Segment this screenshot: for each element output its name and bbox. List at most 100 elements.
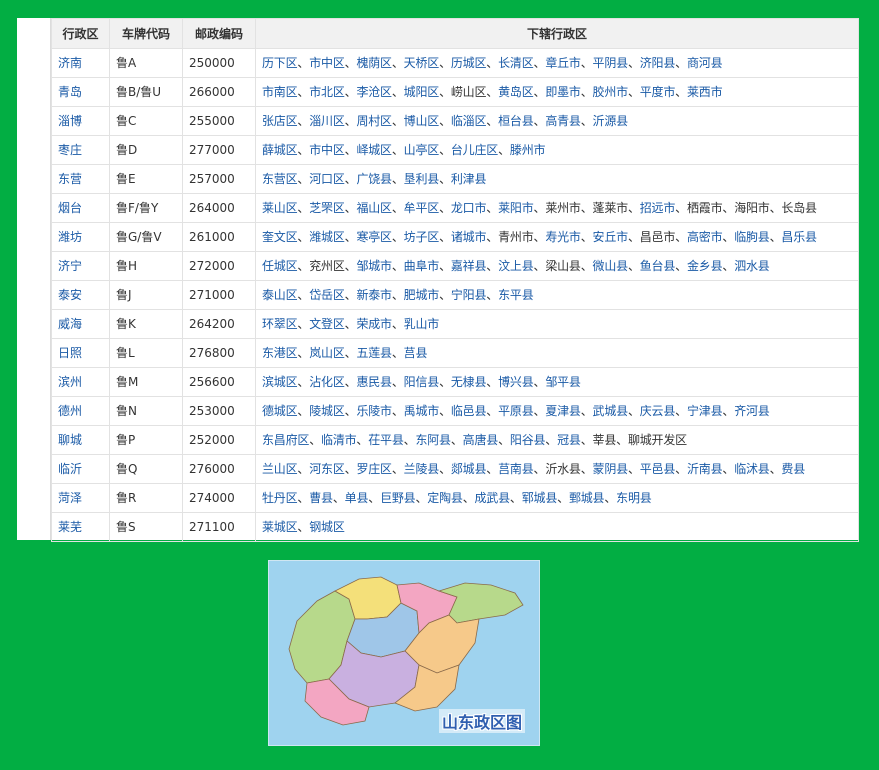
district-link[interactable]: 鱼台县 [640,259,676,273]
city-link[interactable]: 烟台 [51,193,110,223]
district-link[interactable]: 即墨市 [545,85,581,99]
district-link[interactable]: 岱岳区 [309,288,345,302]
district-link[interactable]: 潍城区 [309,230,345,244]
district-link[interactable]: 曹县 [309,491,333,505]
city-link[interactable]: 潍坊 [51,222,110,252]
district-link[interactable]: 环翠区 [262,317,298,331]
district-link[interactable]: 陵城区 [309,404,345,418]
district-link[interactable]: 莱阳市 [498,201,534,215]
district-link[interactable]: 巨野县 [380,491,416,505]
district-link[interactable]: 城阳区 [404,85,440,99]
district-link[interactable]: 嘉祥县 [451,259,487,273]
district-link[interactable]: 周村区 [356,114,392,128]
district-link[interactable]: 台儿庄区 [451,143,498,157]
district-link[interactable]: 博兴县 [498,375,534,389]
district-link[interactable]: 平阴县 [593,56,629,70]
district-link[interactable]: 安丘市 [593,230,629,244]
district-link[interactable]: 肥城市 [404,288,440,302]
district-link[interactable]: 德城区 [262,404,298,418]
district-link[interactable]: 惠民县 [356,375,392,389]
district-link[interactable]: 章丘市 [545,56,581,70]
district-link[interactable]: 东阿县 [415,433,451,447]
district-link[interactable]: 单县 [345,491,369,505]
district-link[interactable]: 泗水县 [734,259,770,273]
district-link[interactable]: 武城县 [593,404,629,418]
district-link[interactable]: 寒亭区 [356,230,392,244]
district-link[interactable]: 泰山区 [262,288,298,302]
city-link[interactable]: 德州 [51,396,110,426]
district-link[interactable]: 莒县 [404,346,428,360]
district-link[interactable]: 五莲县 [356,346,392,360]
district-link[interactable]: 莱山区 [262,201,298,215]
district-link[interactable]: 任城区 [262,259,298,273]
city-link[interactable]: 临沂 [51,454,110,484]
district-link[interactable]: 高唐县 [463,433,499,447]
district-link[interactable]: 兰陵县 [404,462,440,476]
district-link[interactable]: 沂源县 [593,114,629,128]
district-link[interactable]: 河口区 [309,172,345,186]
city-link[interactable]: 淄博 [51,106,110,136]
district-link[interactable]: 槐荫区 [356,56,392,70]
district-link[interactable]: 薛城区 [262,143,298,157]
district-link[interactable]: 福山区 [356,201,392,215]
district-link[interactable]: 庆云县 [640,404,676,418]
district-link[interactable]: 利津县 [451,172,487,186]
district-link[interactable]: 天桥区 [404,56,440,70]
district-link[interactable]: 牟平区 [404,201,440,215]
city-link[interactable]: 枣庄 [51,135,110,165]
district-link[interactable]: 蒙阴县 [593,462,629,476]
district-link[interactable]: 商河县 [687,56,723,70]
city-link[interactable]: 青岛 [51,77,110,107]
district-link[interactable]: 费县 [781,462,805,476]
district-link[interactable]: 阳谷县 [510,433,546,447]
city-link[interactable]: 聊城 [51,425,110,455]
district-link[interactable]: 宁津县 [687,404,723,418]
district-link[interactable]: 荣成市 [356,317,392,331]
district-link[interactable]: 新泰市 [356,288,392,302]
district-link[interactable]: 山亭区 [404,143,440,157]
district-link[interactable]: 寿光市 [545,230,581,244]
district-link[interactable]: 东港区 [262,346,298,360]
district-link[interactable]: 滨城区 [262,375,298,389]
district-link[interactable]: 夏津县 [545,404,581,418]
district-link[interactable]: 长清区 [498,56,534,70]
district-link[interactable]: 历城区 [451,56,487,70]
district-link[interactable]: 东营区 [262,172,298,186]
district-link[interactable]: 临淄区 [451,114,487,128]
district-link[interactable]: 东昌府区 [262,433,309,447]
district-link[interactable]: 芝罘区 [309,201,345,215]
district-link[interactable]: 临清市 [321,433,357,447]
city-link[interactable]: 东营 [51,164,110,194]
district-link[interactable]: 历下区 [262,56,298,70]
district-link[interactable]: 莒南县 [498,462,534,476]
district-link[interactable]: 齐河县 [734,404,770,418]
district-link[interactable]: 济阳县 [640,56,676,70]
city-link[interactable]: 济南 [51,48,110,78]
shandong-map[interactable]: 山东政区图 [268,560,540,746]
district-link[interactable]: 微山县 [593,259,629,273]
district-link[interactable]: 平度市 [640,85,676,99]
district-link[interactable]: 邹城市 [356,259,392,273]
district-link[interactable]: 坊子区 [404,230,440,244]
district-link[interactable]: 市北区 [309,85,345,99]
district-link[interactable]: 茌平县 [368,433,404,447]
district-link[interactable]: 莱西市 [687,85,723,99]
city-link[interactable]: 日照 [51,338,110,368]
district-link[interactable]: 博山区 [404,114,440,128]
district-link[interactable]: 广饶县 [356,172,392,186]
district-link[interactable]: 临沭县 [734,462,770,476]
district-link[interactable]: 阳信县 [404,375,440,389]
district-link[interactable]: 市中区 [309,143,345,157]
city-link[interactable]: 滨州 [51,367,110,397]
district-link[interactable]: 郯城县 [451,462,487,476]
district-link[interactable]: 奎文区 [262,230,298,244]
city-link[interactable]: 济宁 [51,251,110,281]
district-link[interactable]: 河东区 [309,462,345,476]
district-link[interactable]: 高青县 [545,114,581,128]
district-link[interactable]: 高密市 [687,230,723,244]
district-link[interactable]: 临邑县 [451,404,487,418]
district-link[interactable]: 汶上县 [498,259,534,273]
district-link[interactable]: 牡丹区 [262,491,298,505]
district-link[interactable]: 临朐县 [734,230,770,244]
district-link[interactable]: 东平县 [498,288,534,302]
